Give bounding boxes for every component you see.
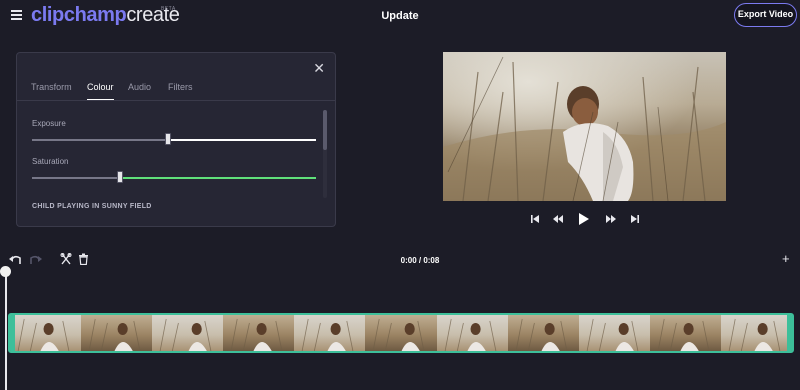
- timecode: 0:00 / 0:08: [400, 256, 440, 265]
- exposure-fill: [168, 139, 316, 141]
- timeline-clip[interactable]: [8, 313, 794, 353]
- fast-forward-icon[interactable]: [605, 212, 617, 226]
- clip-thumbnail: [81, 315, 153, 351]
- rewind-icon[interactable]: [552, 212, 564, 226]
- clip-thumbnail: [507, 315, 579, 351]
- play-icon[interactable]: [578, 212, 590, 226]
- clip-trim-handle-left[interactable]: [10, 315, 15, 351]
- project-title[interactable]: Update: [0, 10, 800, 22]
- saturation-fill: [120, 177, 316, 179]
- clip-thumbnail: [294, 315, 366, 351]
- add-track-button[interactable]: +: [782, 251, 790, 266]
- saturation-slider-thumb[interactable]: [117, 171, 123, 183]
- export-video-button[interactable]: Export Video: [734, 3, 797, 27]
- tab-transform[interactable]: Transform: [31, 82, 72, 100]
- preview-image: [443, 52, 726, 201]
- clip-trim-handle-right[interactable]: [787, 315, 792, 351]
- playhead-handle[interactable]: [0, 266, 11, 277]
- skip-to-start-icon[interactable]: [530, 212, 540, 226]
- clip-thumbnail: [223, 315, 295, 351]
- tab-filters[interactable]: Filters: [168, 82, 193, 100]
- close-icon[interactable]: ✕: [313, 60, 325, 77]
- clip-thumbnails: [10, 315, 792, 351]
- panel-scrollbar[interactable]: [323, 110, 327, 198]
- panel-scrollbar-thumb[interactable]: [323, 110, 327, 150]
- exposure-label: Exposure: [32, 119, 66, 128]
- clip-name: CHILD PLAYING IN SUNNY FIELD: [32, 203, 152, 210]
- clip-thumbnail: [436, 315, 508, 351]
- clip-thumbnail: [578, 315, 650, 351]
- clip-thumbnail: [365, 315, 437, 351]
- saturation-label: Saturation: [32, 157, 69, 166]
- edit-panel: ✕ Transform Colour Audio Filters Exposur…: [16, 52, 336, 227]
- top-bar: clipchampcreate BETA Update Export Video: [0, 0, 800, 32]
- clip-thumbnail: [720, 315, 792, 351]
- tab-audio[interactable]: Audio: [128, 82, 151, 100]
- exposure-slider[interactable]: [32, 133, 316, 145]
- tab-colour[interactable]: Colour: [87, 82, 114, 100]
- panel-tabs: Transform Colour Audio Filters: [17, 82, 335, 101]
- exposure-slider-thumb[interactable]: [165, 133, 171, 145]
- clip-thumbnail: [10, 315, 82, 351]
- clip-thumbnail: [152, 315, 224, 351]
- saturation-slider[interactable]: [32, 171, 316, 183]
- playhead-line: [5, 272, 7, 390]
- video-preview[interactable]: [443, 52, 726, 201]
- clip-thumbnail: [649, 315, 721, 351]
- skip-to-end-icon[interactable]: [630, 212, 640, 226]
